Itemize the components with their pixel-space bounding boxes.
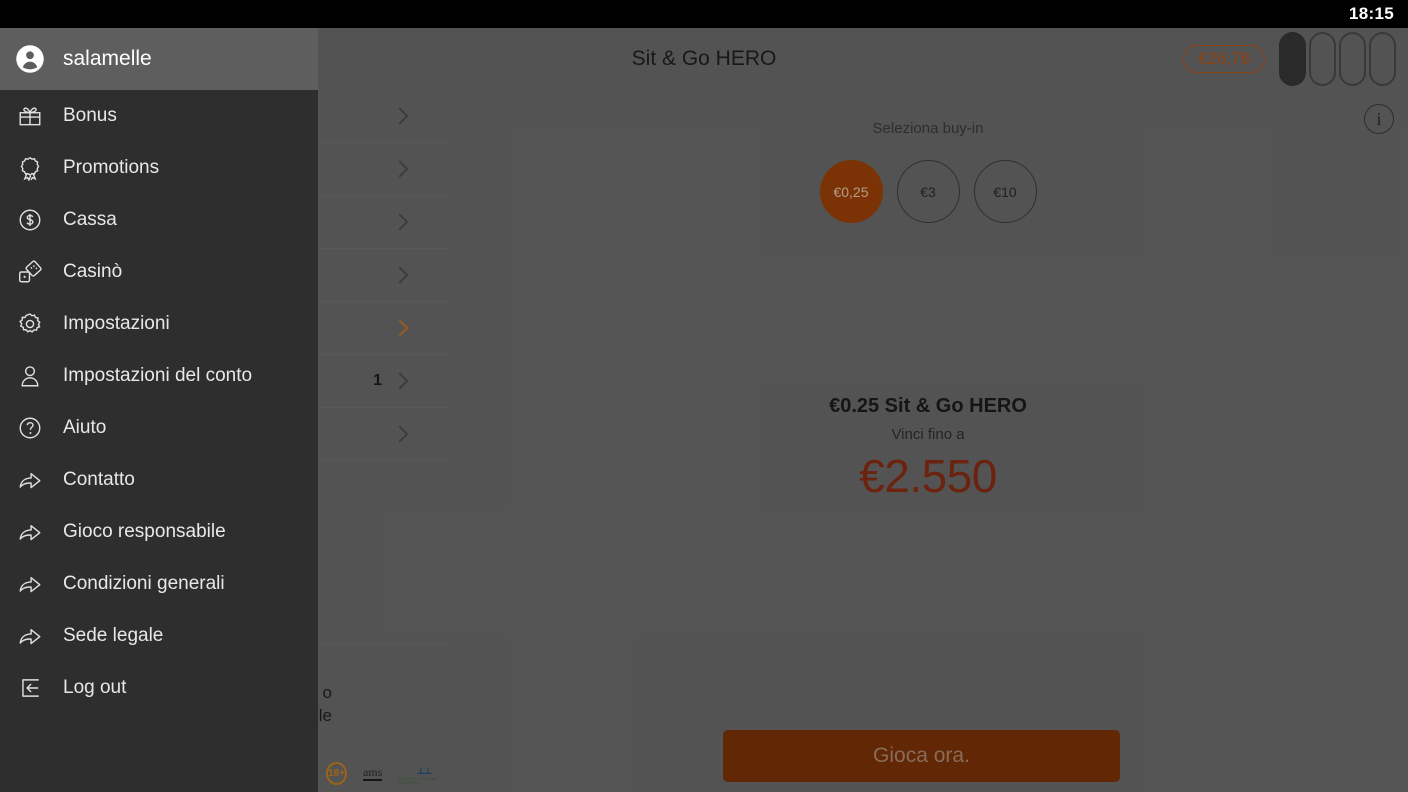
drawer-account-header[interactable]: salamelle — [0, 28, 318, 90]
avatar-icon — [14, 43, 46, 75]
menu-item-label: Impostazioni del conto — [63, 365, 253, 386]
menu-item-label: Condizioni generali — [63, 573, 225, 594]
menu-item-label: Gioco responsabile — [63, 521, 226, 542]
menu-item-label: Sede legale — [63, 625, 164, 646]
menu-item-impostazioni[interactable]: Impostazioni — [0, 298, 318, 350]
navigation-drawer: salamelle Bonus Promotions Cassa Casinò … — [0, 28, 318, 792]
menu-item-label: Impostazioni — [63, 313, 170, 334]
external-arrow-icon — [14, 516, 46, 548]
menu-item-log-out[interactable]: Log out — [0, 662, 318, 714]
menu-item-label: Log out — [63, 677, 127, 698]
system-clock: 18:15 — [1349, 4, 1394, 23]
external-arrow-icon — [14, 620, 46, 652]
external-arrow-icon — [14, 568, 46, 600]
menu-item-label: Promotions — [63, 157, 160, 178]
menu-item-gioco-responsabile[interactable]: Gioco responsabile — [0, 506, 318, 558]
app-root: 18:15 Sit & Go HERO €26,78 1 o le 18+ am… — [0, 0, 1408, 792]
gear-icon — [14, 308, 46, 340]
menu-item-label: Contatto — [63, 469, 135, 490]
menu-item-label: Cassa — [63, 209, 117, 230]
menu-item-contatto[interactable]: Contatto — [0, 454, 318, 506]
external-arrow-icon — [14, 464, 46, 496]
system-status-bar: 18:15 — [0, 0, 1408, 28]
menu-item-label: Bonus — [63, 105, 117, 126]
account-username: salamelle — [63, 47, 152, 70]
menu-item-casino[interactable]: Casinò — [0, 246, 318, 298]
question-circle-icon — [14, 412, 46, 444]
gift-icon — [14, 100, 46, 132]
menu-item-bonus[interactable]: Bonus — [0, 90, 318, 142]
menu-item-impostazioni-del-conto[interactable]: Impostazioni del conto — [0, 350, 318, 402]
person-icon — [14, 360, 46, 392]
menu-item-label: Casinò — [63, 261, 123, 282]
menu-item-promotions[interactable]: Promotions — [0, 142, 318, 194]
menu-item-condizioni-generali[interactable]: Condizioni generali — [0, 558, 318, 610]
logout-icon — [14, 672, 46, 704]
dice-icon — [14, 256, 46, 288]
menu-item-sede-legale[interactable]: Sede legale — [0, 610, 318, 662]
menu-item-cassa[interactable]: Cassa — [0, 194, 318, 246]
award-icon — [14, 152, 46, 184]
dollar-circle-icon — [14, 204, 46, 236]
menu-item-aiuto[interactable]: Aiuto — [0, 402, 318, 454]
menu-item-label: Aiuto — [63, 417, 107, 438]
